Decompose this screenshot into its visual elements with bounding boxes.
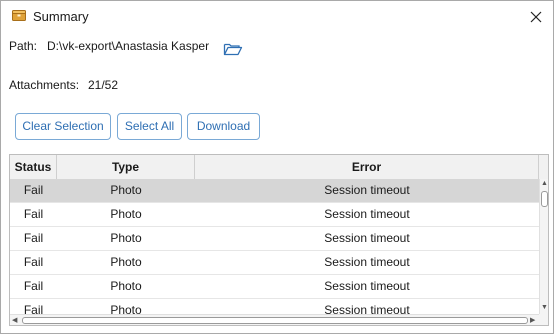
scroll-up-arrow-icon[interactable]: ▲: [541, 180, 548, 187]
path-label: Path:: [9, 39, 38, 53]
cell-error: Session timeout: [324, 207, 410, 221]
package-icon: [12, 10, 26, 21]
close-icon[interactable]: [525, 6, 547, 28]
table-row[interactable]: Fail Photo Session timeout: [10, 251, 539, 275]
cell-type: Photo: [110, 255, 142, 269]
table-row[interactable]: Fail Photo Session timeout: [10, 275, 539, 299]
cell-type: Photo: [110, 207, 142, 221]
select-all-button[interactable]: Select All: [117, 113, 182, 140]
cell-status: Fail: [23, 207, 44, 221]
scroll-down-arrow-icon[interactable]: ▼: [541, 304, 548, 311]
column-header-error[interactable]: Error: [195, 155, 539, 179]
cell-status: Fail: [23, 279, 44, 293]
download-button[interactable]: Download: [187, 113, 260, 140]
cell-status: Fail: [23, 255, 44, 269]
column-header-type[interactable]: Type: [57, 155, 195, 179]
table-row[interactable]: Fail Photo Session timeout: [10, 203, 539, 227]
scroll-right-arrow-icon[interactable]: ▶: [530, 316, 535, 324]
horizontal-scrollbar[interactable]: ◀ ▶: [10, 314, 539, 325]
vertical-scrollbar[interactable]: ▲ ▼: [539, 179, 548, 315]
cell-error: Session timeout: [324, 279, 410, 293]
scroll-left-arrow-icon[interactable]: ◀: [12, 316, 17, 324]
folder-open-icon[interactable]: [223, 41, 243, 57]
cell-error: Session timeout: [324, 183, 410, 197]
table-row[interactable]: Fail Photo Session timeout: [10, 227, 539, 251]
cell-error: Session timeout: [324, 255, 410, 269]
vertical-scroll-thumb[interactable]: [541, 191, 548, 207]
clear-selection-button[interactable]: Clear Selection: [15, 113, 111, 140]
cell-status: Fail: [23, 231, 44, 245]
column-header-status[interactable]: Status: [10, 155, 57, 179]
attachments-count: 21/52: [88, 78, 119, 92]
table-header: Status Type Error: [10, 155, 548, 180]
summary-window: Summary Path: D:\vk-export\Anastasia Kas…: [0, 0, 554, 334]
cell-type: Photo: [110, 183, 142, 197]
cell-status: Fail: [23, 183, 44, 197]
horizontal-scroll-thumb[interactable]: [22, 317, 528, 324]
cell-type: Photo: [110, 231, 142, 245]
title-bar: Summary: [1, 1, 553, 32]
path-value: D:\vk-export\Anastasia Kasper: [47, 39, 210, 53]
attachments-label: Attachments:: [9, 78, 80, 92]
cell-type: Photo: [110, 279, 142, 293]
attachments-table: Status Type Error Fail Photo Session tim…: [9, 154, 549, 326]
scrollbar-corner: [539, 314, 548, 325]
cell-error: Session timeout: [324, 231, 410, 245]
window-title: Summary: [33, 9, 89, 24]
table-row[interactable]: Fail Photo Session timeout: [10, 179, 539, 203]
